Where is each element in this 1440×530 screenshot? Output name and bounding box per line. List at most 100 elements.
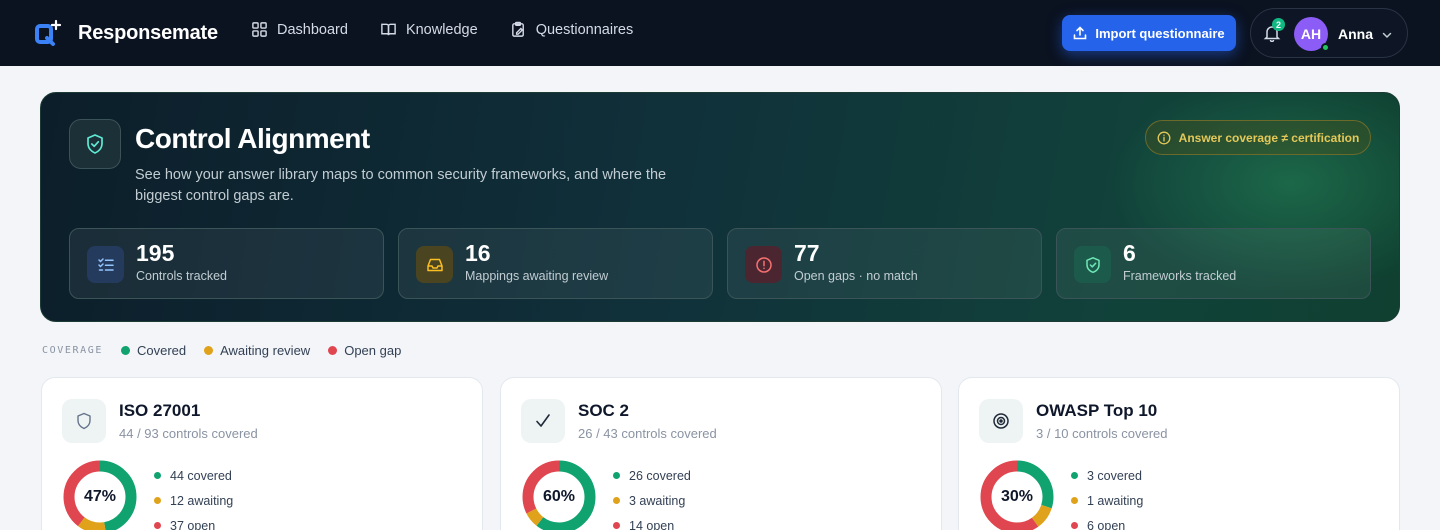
framework-card-soc-2[interactable]: SOC 2 26 / 43 controls covered 60% 26 co… (500, 377, 942, 530)
coverage-breakdown: 3 covered 1 awaiting 6 open (1071, 463, 1143, 530)
covered-dot (154, 472, 161, 479)
covered-row: 3 covered (1071, 463, 1143, 488)
covered-row: 44 covered (154, 463, 233, 488)
open-gap-dot (613, 522, 620, 529)
nav-item-dashboard[interactable]: Dashboard (251, 21, 348, 38)
open-gap-dot (154, 522, 161, 529)
summary-stats: 195 Controls tracked 16 Mappings awaitin… (69, 228, 1371, 299)
stat-label: Controls tracked (136, 269, 228, 283)
covered-dot (120, 346, 130, 355)
awaiting-dot (204, 346, 214, 355)
open-row: 6 open (1071, 513, 1143, 530)
nav-item-knowledge[interactable]: Knowledge (380, 21, 478, 38)
covered-dot (613, 472, 620, 479)
upload-icon (1074, 26, 1087, 40)
control-alignment-hero: Control Alignment See how your answer li… (40, 92, 1400, 322)
nav-label: Questionnaires (535, 21, 634, 38)
stat-open-gaps: 77 Open gaps · no match (727, 228, 1042, 299)
page-title: Control Alignment (135, 123, 370, 154)
shield-check-icon (69, 119, 121, 169)
legend-label: Awaiting review (220, 343, 311, 358)
framework-card-owasp-top-10[interactable]: OWASP Top 10 3 / 10 controls covered 30%… (958, 377, 1400, 530)
open-count: 6 open (1087, 518, 1126, 530)
disclaimer-text: Answer coverage ≠ certification (1178, 130, 1360, 145)
legend-item-covered: Covered (120, 343, 187, 358)
stat-controls-tracked: 195 Controls tracked (69, 228, 384, 299)
open-row: 37 open (154, 513, 233, 530)
covered-dot (1071, 472, 1078, 479)
online-status-indicator (1321, 43, 1330, 52)
coverage-breakdown: 44 covered 12 awaiting 37 open (154, 463, 233, 530)
stat-value: 77 (794, 240, 820, 266)
stat-label: Frameworks tracked (1123, 269, 1237, 283)
legend-item-awaiting: Awaiting review (204, 343, 310, 358)
stat-mappings-awaiting: 16 Mappings awaiting review (398, 228, 713, 299)
covered-count: 26 covered (629, 468, 691, 483)
awaiting-row: 1 awaiting (1071, 488, 1143, 513)
notification-badge: 2 (1272, 18, 1285, 31)
open-row: 14 open (613, 513, 691, 530)
stat-value: 6 (1123, 240, 1136, 266)
framework-name: OWASP Top 10 (1036, 401, 1158, 420)
info-icon (1157, 131, 1171, 144)
framework-summary: 44 / 93 controls covered (119, 426, 258, 441)
logo-icon (35, 19, 62, 46)
import-label: Import questionnaire (1095, 25, 1225, 41)
framework-name: SOC 2 (578, 401, 630, 420)
stat-label: Open gaps · no match (794, 269, 918, 283)
framework-summary: 26 / 43 controls covered (578, 426, 717, 441)
open-count: 14 open (629, 518, 675, 530)
open-count: 37 open (170, 518, 216, 530)
framework-card-iso-27001[interactable]: ISO 27001 44 / 93 controls covered 47% 4… (41, 377, 483, 530)
legend-label: Covered (136, 343, 187, 358)
top-navigation-bar: Responsemate Dashboard Knowledge Questio… (0, 0, 1440, 66)
covered-row: 26 covered (613, 463, 691, 488)
user-menu[interactable]: 2 AH Anna (1250, 8, 1408, 58)
coverage-legend: COVERAGE Covered Awaiting review Open ga… (42, 343, 419, 358)
awaiting-dot (613, 497, 620, 504)
awaiting-dot (154, 497, 161, 504)
covered-count: 3 covered (1087, 468, 1142, 483)
nav-label: Dashboard (277, 21, 348, 38)
brand[interactable]: Responsemate (34, 18, 218, 48)
import-questionnaire-button[interactable]: Import questionnaire (1062, 15, 1236, 51)
checkmark-icon (521, 399, 565, 443)
awaiting-count: 1 awaiting (1087, 493, 1144, 508)
legend-item-open-gap: Open gap (328, 343, 401, 358)
coverage-percent: 30% (1000, 488, 1034, 505)
open-gap-dot (1071, 522, 1078, 529)
chevron-down-icon[interactable] (1381, 29, 1393, 41)
alert-circle-icon (745, 246, 782, 283)
coverage-disclaimer-badge: Answer coverage ≠ certification (1145, 120, 1371, 155)
legend-title: COVERAGE (42, 345, 103, 356)
framework-summary: 3 / 10 controls covered (1036, 426, 1168, 441)
stat-value: 195 (136, 240, 175, 266)
awaiting-row: 3 awaiting (613, 488, 691, 513)
covered-count: 44 covered (170, 468, 232, 483)
user-name: Anna (1338, 26, 1373, 42)
awaiting-row: 12 awaiting (154, 488, 233, 513)
clipboard-edit-icon (511, 21, 524, 37)
nav-label: Knowledge (405, 21, 478, 38)
coverage-percent: 47% (83, 488, 117, 505)
target-icon (979, 399, 1023, 443)
inbox-icon (416, 246, 453, 283)
stat-label: Mappings awaiting review (465, 269, 609, 283)
awaiting-dot (1071, 497, 1078, 504)
checklist-icon (87, 246, 124, 283)
stat-value: 16 (465, 240, 491, 266)
app-name: Responsemate (78, 21, 218, 44)
nav-item-questionnaires[interactable]: Questionnaires (510, 21, 634, 38)
shield-check-icon (1074, 246, 1111, 283)
shield-icon (62, 399, 106, 443)
legend-label: Open gap (344, 343, 402, 358)
stat-frameworks-tracked: 6 Frameworks tracked (1056, 228, 1371, 299)
main-nav: Dashboard Knowledge Questionnaires (251, 21, 633, 38)
open-gap-dot (328, 346, 338, 355)
awaiting-count: 12 awaiting (170, 493, 234, 508)
framework-name: ISO 27001 (119, 401, 201, 420)
page-description: See how your answer library maps to comm… (135, 167, 667, 204)
grid-icon (252, 22, 267, 37)
awaiting-count: 3 awaiting (629, 493, 686, 508)
coverage-breakdown: 26 covered 3 awaiting 14 open (613, 463, 691, 530)
